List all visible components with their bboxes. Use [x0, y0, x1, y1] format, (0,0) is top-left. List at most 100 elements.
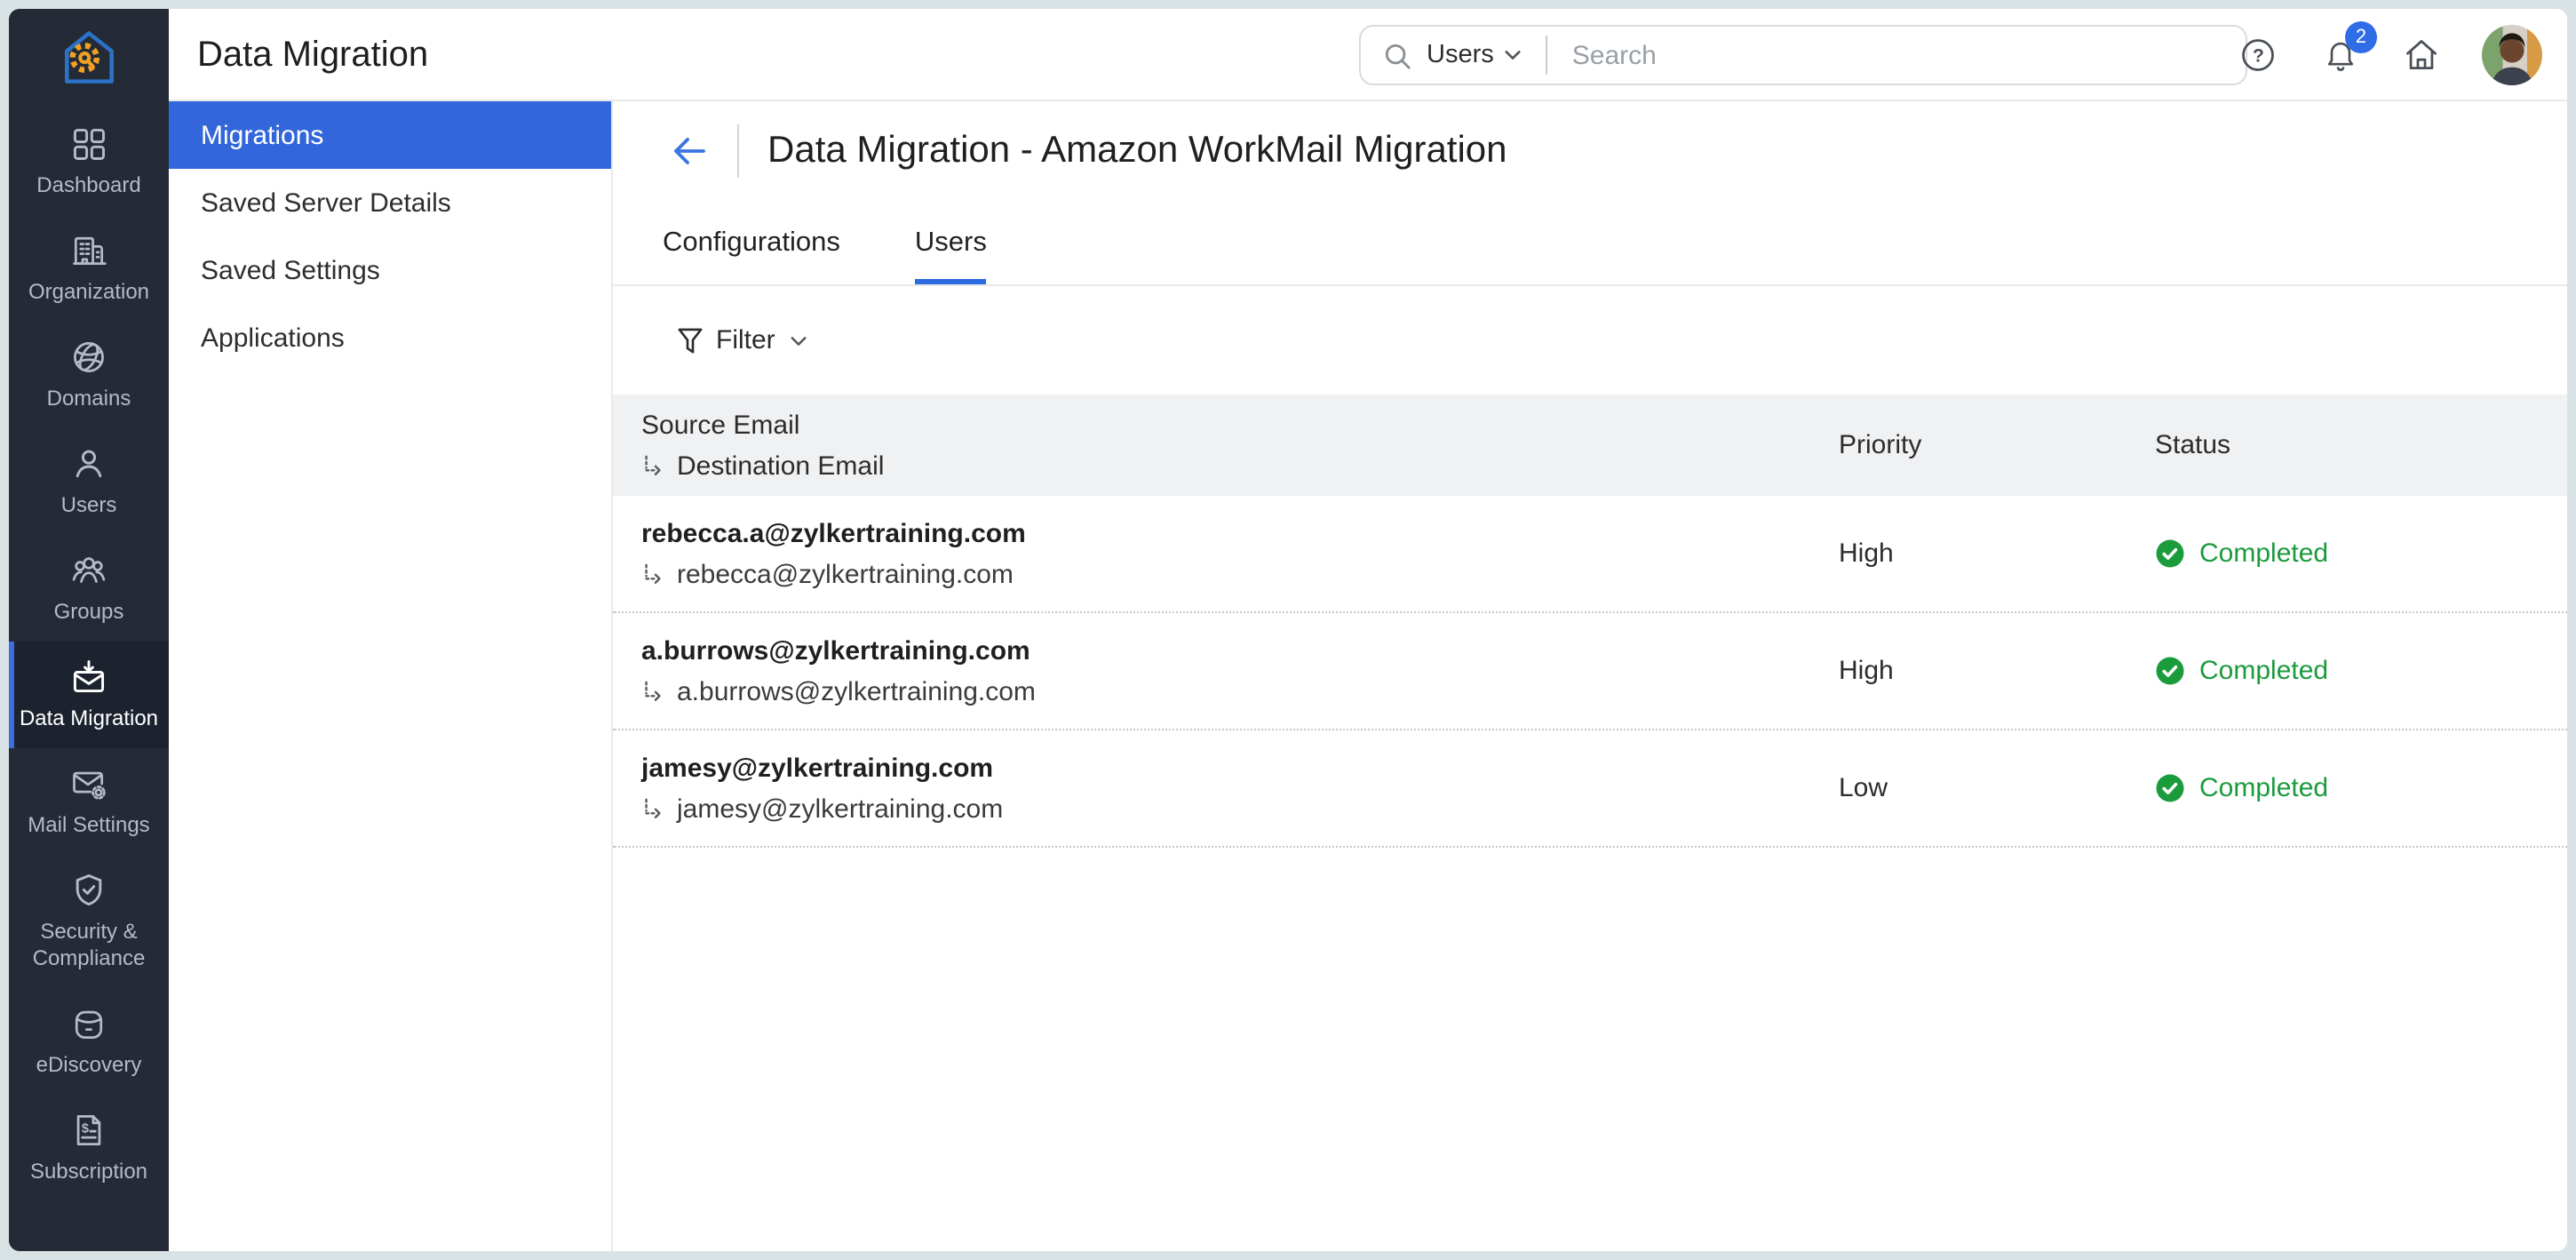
destination-email: a.burrows@zylkertraining.com — [677, 676, 1036, 706]
sidebar-item-label: eDiscovery — [36, 1052, 142, 1079]
destination-email: rebecca@zylkertraining.com — [677, 559, 1014, 589]
source-email: rebecca.a@zylkertraining.com — [641, 518, 1839, 548]
back-arrow-icon — [668, 130, 711, 172]
column-header-source-email: Source Email — [641, 410, 1839, 440]
subnav-item-applications[interactable]: Applications — [169, 304, 611, 371]
users-icon — [69, 444, 108, 483]
data-migration-subnav: Migrations Saved Server Details Saved Se… — [169, 101, 613, 1251]
sidebar-item-label: Security & Compliance — [14, 919, 163, 972]
subnav-item-label: Saved Server Details — [201, 187, 451, 218]
sidebar-item-label: Domains — [47, 386, 131, 412]
organization-icon — [69, 231, 108, 270]
subnav-item-label: Migrations — [201, 120, 323, 150]
search-divider — [1546, 36, 1547, 75]
destination-email: jamesy@zylkertraining.com — [677, 793, 1003, 824]
search-scope-selector[interactable]: Users — [1427, 41, 1521, 69]
priority-value: High — [1839, 656, 2155, 686]
completed-check-icon — [2155, 538, 2185, 569]
subnav-item-label: Applications — [201, 323, 345, 353]
priority-value: Low — [1839, 773, 2155, 803]
sidebar-item-label: Data Migration — [20, 706, 158, 732]
global-search[interactable]: Users — [1359, 25, 2247, 85]
svg-text:$: $ — [82, 1122, 89, 1136]
zoho-mail-admin-logo-icon — [55, 25, 123, 92]
sidebar-item-ediscovery[interactable]: eDiscovery — [9, 988, 169, 1095]
filter-funnel-icon — [677, 326, 704, 355]
search-icon — [1382, 40, 1412, 70]
home-icon — [2402, 36, 2441, 75]
tab-label: Users — [915, 227, 987, 259]
help-button[interactable]: ? — [2237, 34, 2279, 76]
sidebar-item-label: Mail Settings — [28, 812, 149, 839]
app-logo[interactable] — [9, 9, 169, 108]
sidebar-item-subscription[interactable]: $ Subscription — [9, 1095, 169, 1201]
sidebar-item-data-migration[interactable]: Data Migration — [9, 642, 169, 748]
tab-configurations[interactable]: Configurations — [663, 201, 840, 284]
subscription-icon: $ — [69, 1111, 108, 1150]
primary-sidebar: Dashboard Organization Domains — [9, 9, 169, 1251]
destination-arrow-icon — [641, 562, 664, 586]
filter-chevron-icon[interactable] — [791, 335, 807, 346]
top-header: Data Migration Users ? — [169, 9, 2567, 101]
table-row[interactable]: rebecca.a@zylkertraining.com rebecca@zyl… — [613, 496, 2567, 613]
filter-button[interactable]: Filter — [716, 325, 775, 355]
migration-tabs: Configurations Users — [613, 201, 2567, 286]
sidebar-item-label: Users — [61, 492, 117, 519]
column-header-priority: Priority — [1839, 430, 2155, 460]
sidebar-item-security-compliance[interactable]: Security & Compliance — [9, 855, 169, 988]
tab-users[interactable]: Users — [915, 201, 987, 284]
table-row[interactable]: a.burrows@zylkertraining.com a.burrows@z… — [613, 613, 2567, 730]
sidebar-item-dashboard[interactable]: Dashboard — [9, 108, 169, 215]
filter-bar: Filter — [613, 286, 2567, 395]
sidebar-item-domains[interactable]: Domains — [9, 322, 169, 428]
sidebar-item-label: Groups — [54, 599, 124, 626]
security-compliance-icon — [69, 871, 108, 910]
table-header: Source Email Destination Email Priority … — [613, 395, 2567, 496]
ediscovery-icon — [69, 1004, 108, 1043]
sidebar-item-users[interactable]: Users — [9, 428, 169, 535]
page-header: Data Migration - Amazon WorkMail Migrati… — [613, 101, 2567, 201]
sidebar-item-groups[interactable]: Groups — [9, 535, 169, 642]
subnav-item-migrations[interactable]: Migrations — [169, 101, 611, 169]
source-email: a.burrows@zylkertraining.com — [641, 635, 1839, 666]
search-scope-label: Users — [1427, 41, 1494, 69]
tab-label: Configurations — [663, 227, 840, 259]
page-title: Data Migration - Amazon WorkMail Migrati… — [767, 130, 1507, 172]
user-avatar[interactable] — [2482, 25, 2542, 85]
table-row[interactable]: jamesy@zylkertraining.com jamesy@zylkert… — [613, 730, 2567, 848]
home-button[interactable] — [2400, 34, 2443, 76]
back-button[interactable] — [666, 128, 712, 174]
sidebar-item-organization[interactable]: Organization — [9, 215, 169, 322]
sidebar-item-label: Organization — [28, 279, 149, 306]
dashboard-icon — [69, 124, 108, 163]
sidebar-item-label: Dashboard — [36, 172, 140, 199]
subnav-item-label: Saved Settings — [201, 255, 380, 285]
completed-check-icon — [2155, 656, 2185, 686]
sidebar-item-mail-settings[interactable]: Mail Settings — [9, 748, 169, 855]
chevron-down-icon — [1505, 50, 1521, 60]
column-header-destination-email: Destination Email — [677, 451, 884, 481]
module-title: Data Migration — [197, 9, 428, 101]
header-actions: ? 2 — [2237, 9, 2542, 101]
sidebar-item-label: Subscription — [30, 1159, 147, 1185]
search-input[interactable] — [1572, 40, 2224, 70]
svg-text:?: ? — [2253, 46, 2264, 67]
groups-icon — [69, 551, 108, 590]
notifications-button[interactable]: 2 — [2318, 34, 2361, 76]
priority-value: High — [1839, 538, 2155, 569]
title-divider — [737, 124, 739, 178]
status-label: Completed — [2199, 773, 2328, 803]
destination-arrow-icon — [641, 454, 664, 477]
notification-count-badge: 2 — [2345, 21, 2377, 53]
column-header-status: Status — [2155, 430, 2567, 460]
domains-icon — [69, 338, 108, 377]
source-email: jamesy@zylkertraining.com — [641, 753, 1839, 783]
destination-arrow-icon — [641, 797, 664, 820]
status-label: Completed — [2199, 538, 2328, 569]
admin-console: Dashboard Organization Domains — [9, 9, 2567, 1251]
subnav-item-saved-settings[interactable]: Saved Settings — [169, 236, 611, 304]
destination-arrow-icon — [641, 680, 664, 703]
completed-check-icon — [2155, 773, 2185, 803]
mail-settings-icon — [69, 764, 108, 803]
subnav-item-saved-server-details[interactable]: Saved Server Details — [169, 169, 611, 236]
